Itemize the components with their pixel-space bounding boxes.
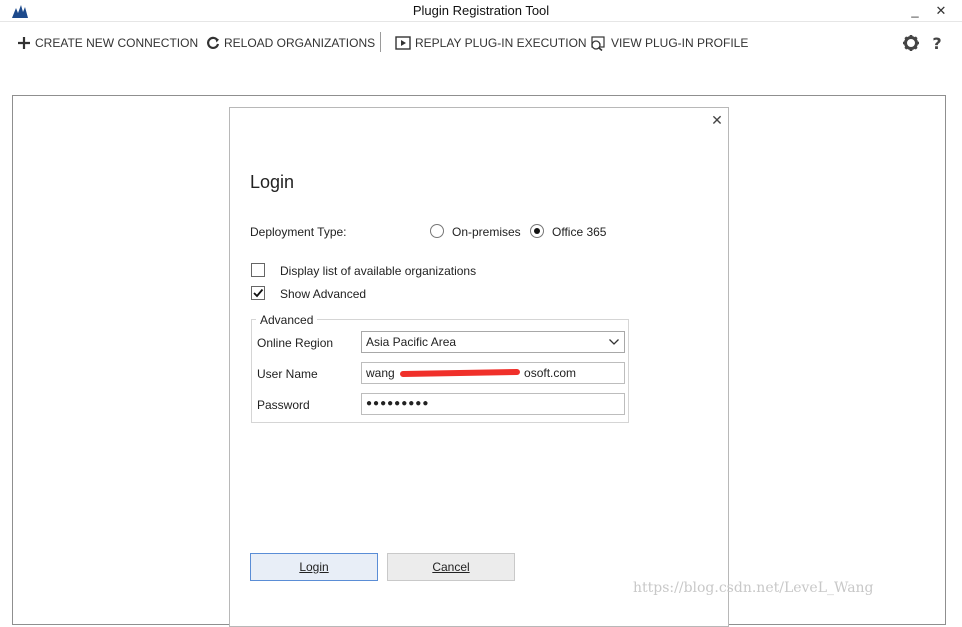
office-365-radio[interactable] — [530, 224, 544, 238]
display-orgs-label[interactable]: Display list of available organizations — [280, 264, 476, 278]
dialog-heading: Login — [250, 172, 295, 192]
minimize-button[interactable]: _ — [905, 1, 925, 21]
play-icon — [395, 36, 411, 50]
user-name-value-start: wang — [366, 366, 395, 380]
online-region-select[interactable]: Asia Pacific Area — [361, 331, 625, 353]
online-region-value: Asia Pacific Area — [366, 335, 457, 349]
reload-organizations-label: RELOAD ORGANIZATIONS — [224, 36, 376, 50]
chevron-down-icon — [609, 339, 619, 345]
svg-text:?: ? — [932, 34, 941, 52]
gear-icon[interactable] — [902, 34, 920, 52]
advanced-group: Advanced Online Region Asia Pacific Area… — [251, 313, 629, 423]
on-premises-label[interactable]: On-premises — [452, 225, 521, 239]
password-label: Password — [257, 398, 310, 412]
login-dialog: ✕ Login Deployment Type: On-premises Off… — [229, 107, 729, 627]
profile-icon — [591, 36, 605, 51]
create-connection-button[interactable]: CREATE NEW CONNECTION — [17, 34, 198, 52]
window-title: Plugin Registration Tool — [412, 3, 550, 18]
reload-icon — [207, 36, 220, 49]
toolbar-separator — [380, 32, 381, 52]
checkmark-icon — [253, 288, 264, 298]
watermark: https://blog.csdn.net/LeveL_Wang — [633, 580, 874, 596]
password-mask: ●●●●●●●●● — [366, 398, 430, 409]
close-window-button[interactable]: ✕ — [931, 1, 951, 21]
title-bar: Plugin Registration Tool _ ✕ — [0, 0, 962, 22]
replay-plugin-button[interactable]: REPLAY PLUG-IN EXECUTION — [395, 34, 587, 52]
display-orgs-checkbox[interactable] — [251, 263, 265, 277]
cancel-button-label: Cancel — [432, 560, 470, 574]
user-name-label: User Name — [257, 367, 318, 381]
user-name-input[interactable]: wang osoft.com — [361, 362, 625, 384]
reload-organizations-button[interactable]: RELOAD ORGANIZATIONS — [206, 34, 375, 52]
create-connection-label: CREATE NEW CONNECTION — [35, 36, 199, 50]
show-advanced-checkbox[interactable] — [251, 286, 265, 300]
help-icon[interactable]: ? — [928, 34, 946, 52]
on-premises-radio[interactable] — [430, 224, 444, 238]
login-button[interactable]: Login — [250, 553, 378, 581]
dialog-close-button[interactable]: ✕ — [710, 113, 724, 127]
redaction-mark — [399, 368, 521, 378]
view-profile-button[interactable]: VIEW PLUG-IN PROFILE — [589, 34, 748, 52]
user-name-value-end: osoft.com — [524, 366, 577, 380]
view-profile-label: VIEW PLUG-IN PROFILE — [611, 36, 749, 50]
replay-plugin-label: REPLAY PLUG-IN EXECUTION — [415, 36, 587, 50]
deployment-type-label: Deployment Type: — [250, 225, 347, 239]
plus-icon — [18, 37, 30, 49]
login-button-label: Login — [299, 560, 329, 574]
toolbar: CREATE NEW CONNECTION RELOAD ORGANIZATIO… — [0, 28, 962, 58]
cancel-button[interactable]: Cancel — [387, 553, 515, 581]
office-365-label[interactable]: Office 365 — [552, 225, 606, 239]
advanced-legend: Advanced — [256, 313, 318, 327]
show-advanced-label[interactable]: Show Advanced — [280, 287, 366, 301]
password-input[interactable]: ●●●●●●●●● — [361, 393, 625, 415]
online-region-label: Online Region — [257, 336, 334, 350]
